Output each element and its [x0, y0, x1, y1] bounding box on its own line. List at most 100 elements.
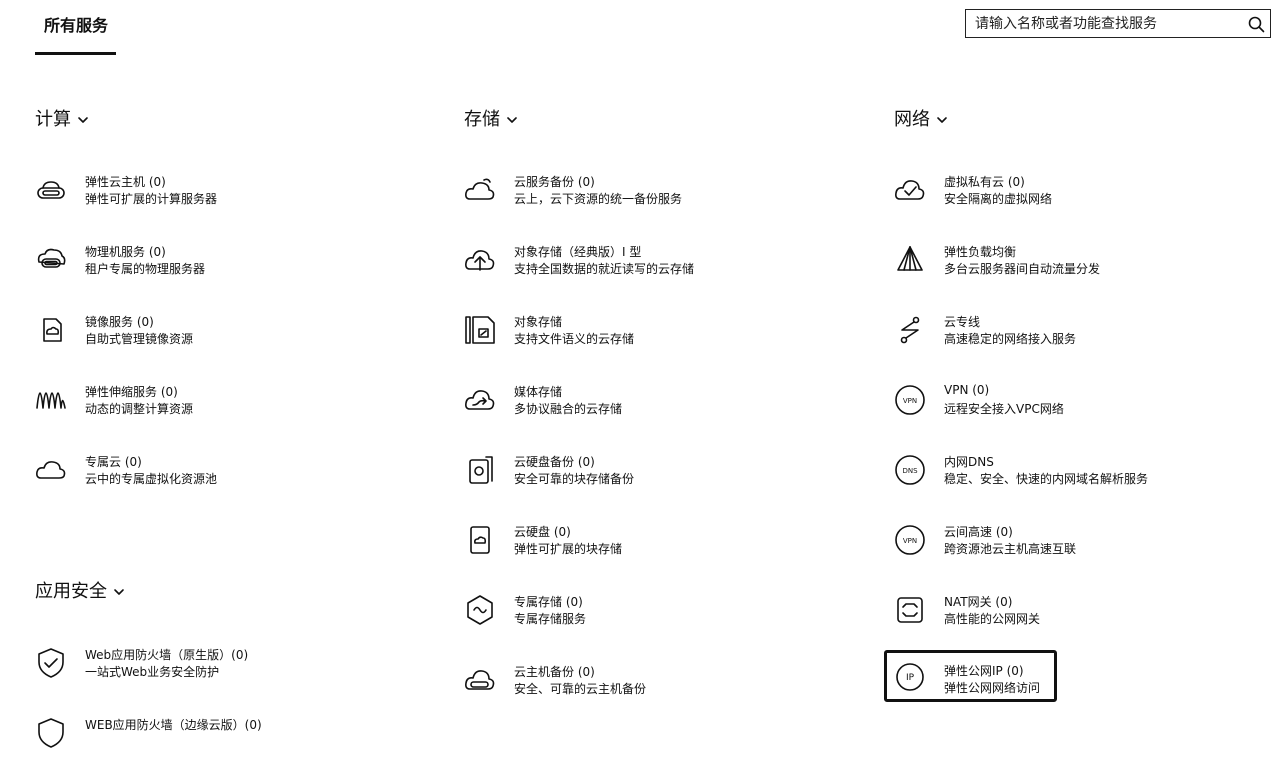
- service-oos-classic[interactable]: 对象存储（经典版）I 型 支持全国数据的就近读写的云存储: [464, 232, 864, 292]
- search-input[interactable]: [966, 10, 1245, 37]
- service-name: 云硬盘备份 (0): [514, 455, 595, 469]
- service-dss[interactable]: 专属存储 (0) 专属存储服务: [464, 582, 864, 642]
- service-name: 弹性云主机 (0): [85, 175, 166, 189]
- service-ecs[interactable]: 弹性云主机 (0) 弹性可扩展的计算服务器: [35, 162, 415, 222]
- service-name: 云主机备份 (0): [514, 665, 595, 679]
- cloud-backup-icon: [465, 178, 495, 200]
- service-media-storage[interactable]: 媒体存储 多协议融合的云存储: [464, 372, 864, 432]
- service-name: 弹性负载均衡: [944, 245, 1017, 259]
- service-desc: 安全隔离的虚拟网络: [944, 192, 1053, 206]
- service-name: 专属存储 (0): [514, 595, 583, 609]
- waf-shield-icon: [38, 648, 64, 678]
- service-name: 弹性伸缩服务 (0): [85, 385, 178, 399]
- object-storage-icon: [465, 316, 495, 344]
- eip-icon: IP: [896, 663, 924, 691]
- service-name: Web应用防火墙（原生版）(0): [85, 648, 249, 662]
- service-ims[interactable]: 镜像服务 (0) 自助式管理镜像资源: [35, 302, 415, 362]
- cloud-connect-icon: VPN: [895, 525, 925, 555]
- service-desc: 支持全国数据的就近读写的云存储: [514, 262, 695, 276]
- section-title-security-label: 应用安全: [35, 581, 107, 602]
- section-title-storage[interactable]: 存储: [464, 105, 518, 131]
- vpn-icon: VPN: [895, 385, 925, 415]
- service-desc: 一站式Web业务安全防护: [85, 665, 220, 679]
- service-desc: 稳定、安全、快速的内网域名解析服务: [944, 472, 1149, 486]
- service-desc: 动态的调整计算资源: [85, 402, 194, 416]
- section-title-compute-label: 计算: [35, 109, 71, 130]
- service-name: WEB应用防火墙（边缘云版）(0): [85, 718, 262, 732]
- service-name: 云间高速 (0): [944, 525, 1013, 539]
- service-vbs[interactable]: 云硬盘备份 (0) 安全可靠的块存储备份: [464, 442, 864, 502]
- service-desc: 高性能的公网网关: [944, 612, 1041, 626]
- service-name: VPN (0): [944, 383, 990, 397]
- service-name: 专属云 (0): [85, 455, 142, 469]
- service-host-backup[interactable]: 云主机备份 (0) 安全、可靠的云主机备份: [464, 652, 864, 712]
- service-desc: 多协议融合的云存储: [514, 402, 623, 416]
- svg-text:IP: IP: [906, 673, 915, 683]
- section-title-security[interactable]: 应用安全: [35, 577, 125, 603]
- service-cloud-connect[interactable]: VPN 云间高速 (0) 跨资源池云主机高速互联: [894, 512, 1274, 572]
- service-desc: 弹性可扩展的计算服务器: [85, 192, 218, 206]
- service-dedicated-cloud[interactable]: 专属云 (0) 云中的专属虚拟化资源池: [35, 442, 415, 502]
- media-storage-icon: [465, 390, 495, 410]
- section-title-network[interactable]: 网络: [894, 105, 948, 131]
- service-name: 云服务备份 (0): [514, 175, 595, 189]
- search-icon[interactable]: [1246, 13, 1268, 35]
- chevron-down-icon: [507, 117, 517, 123]
- service-dns[interactable]: DNS 内网DNS 稳定、安全、快速的内网域名解析服务: [894, 442, 1274, 502]
- service-name: 对象存储: [514, 315, 563, 329]
- chevron-down-icon: [937, 117, 947, 123]
- section-title-network-label: 网络: [894, 109, 930, 130]
- service-name: 虚拟私有云 (0): [944, 175, 1025, 189]
- service-name: 对象存储（经典版）I 型: [514, 245, 642, 259]
- service-cbr[interactable]: 云服务备份 (0) 云上，云下资源的统一备份服务: [464, 162, 864, 222]
- disk-backup-icon: [469, 456, 493, 484]
- svg-text:VPN: VPN: [903, 537, 917, 545]
- service-desc: 支持文件语义的云存储: [514, 332, 635, 346]
- service-waf-native[interactable]: Web应用防火墙（原生版）(0) 一站式Web业务安全防护: [35, 635, 415, 695]
- dedicated-storage-icon: [467, 595, 493, 625]
- nat-gateway-icon: [897, 597, 923, 623]
- service-bms[interactable]: 物理机服务 (0) 租户专属的物理服务器: [35, 232, 415, 292]
- service-oos[interactable]: 对象存储 支持文件语义的云存储: [464, 302, 864, 362]
- chevron-down-icon: [114, 589, 124, 595]
- service-desc: 多台云服务器间自动流量分发: [944, 262, 1101, 276]
- server-icon: [37, 181, 65, 199]
- dns-icon: DNS: [895, 455, 925, 485]
- autoscale-icon: [36, 392, 66, 409]
- service-desc: 安全可靠的块存储备份: [514, 472, 635, 486]
- service-evs[interactable]: 云硬盘 (0) 弹性可扩展的块存储: [464, 512, 864, 572]
- section-title-storage-label: 存储: [464, 109, 500, 130]
- service-nat-gateway[interactable]: NAT网关 (0) 高性能的公网网关: [894, 582, 1274, 642]
- service-name: 镜像服务 (0): [85, 315, 154, 329]
- disk-icon: [470, 526, 490, 554]
- service-waf-edge[interactable]: WEB应用防火墙（边缘云版）(0): [35, 705, 415, 765]
- vpc-icon: [895, 180, 925, 200]
- service-desc: 安全、可靠的云主机备份: [514, 682, 647, 696]
- service-desc: 云中的专属虚拟化资源池: [85, 472, 218, 486]
- service-name: 媒体存储: [514, 385, 563, 399]
- service-elb[interactable]: 弹性负载均衡 多台云服务器间自动流量分发: [894, 232, 1274, 292]
- service-desc: 弹性可扩展的块存储: [514, 542, 623, 556]
- service-desc: 远程安全接入VPC网络: [944, 402, 1064, 416]
- physical-server-icon: [37, 248, 66, 268]
- service-name: 弹性公网IP (0): [944, 664, 1024, 678]
- service-desc: 专属存储服务: [514, 612, 587, 626]
- cloud-icon: [36, 461, 66, 479]
- tab-active-indicator: [35, 52, 116, 55]
- svg-text:VPN: VPN: [903, 397, 917, 405]
- service-name: 云硬盘 (0): [514, 525, 571, 539]
- tab-all-services[interactable]: 所有服务: [44, 12, 108, 36]
- direct-connect-icon: [900, 316, 920, 344]
- service-vpn[interactable]: VPN VPN (0) 远程安全接入VPC网络: [894, 372, 1274, 432]
- service-as[interactable]: 弹性伸缩服务 (0) 动态的调整计算资源: [35, 372, 415, 432]
- service-name: 内网DNS: [944, 455, 994, 469]
- service-eip[interactable]: IP 弹性公网IP (0) 弹性公网网络访问: [884, 650, 1057, 702]
- service-desc: 弹性公网网络访问: [944, 681, 1041, 695]
- service-direct-connect[interactable]: 云专线 高速稳定的网络接入服务: [894, 302, 1274, 362]
- image-icon: [43, 318, 62, 342]
- service-vpc[interactable]: 虚拟私有云 (0) 安全隔离的虚拟网络: [894, 162, 1274, 222]
- search-box: [965, 9, 1271, 38]
- section-title-compute[interactable]: 计算: [35, 105, 89, 131]
- service-desc: 云上，云下资源的统一备份服务: [514, 192, 683, 206]
- service-desc: 租户专属的物理服务器: [85, 262, 206, 276]
